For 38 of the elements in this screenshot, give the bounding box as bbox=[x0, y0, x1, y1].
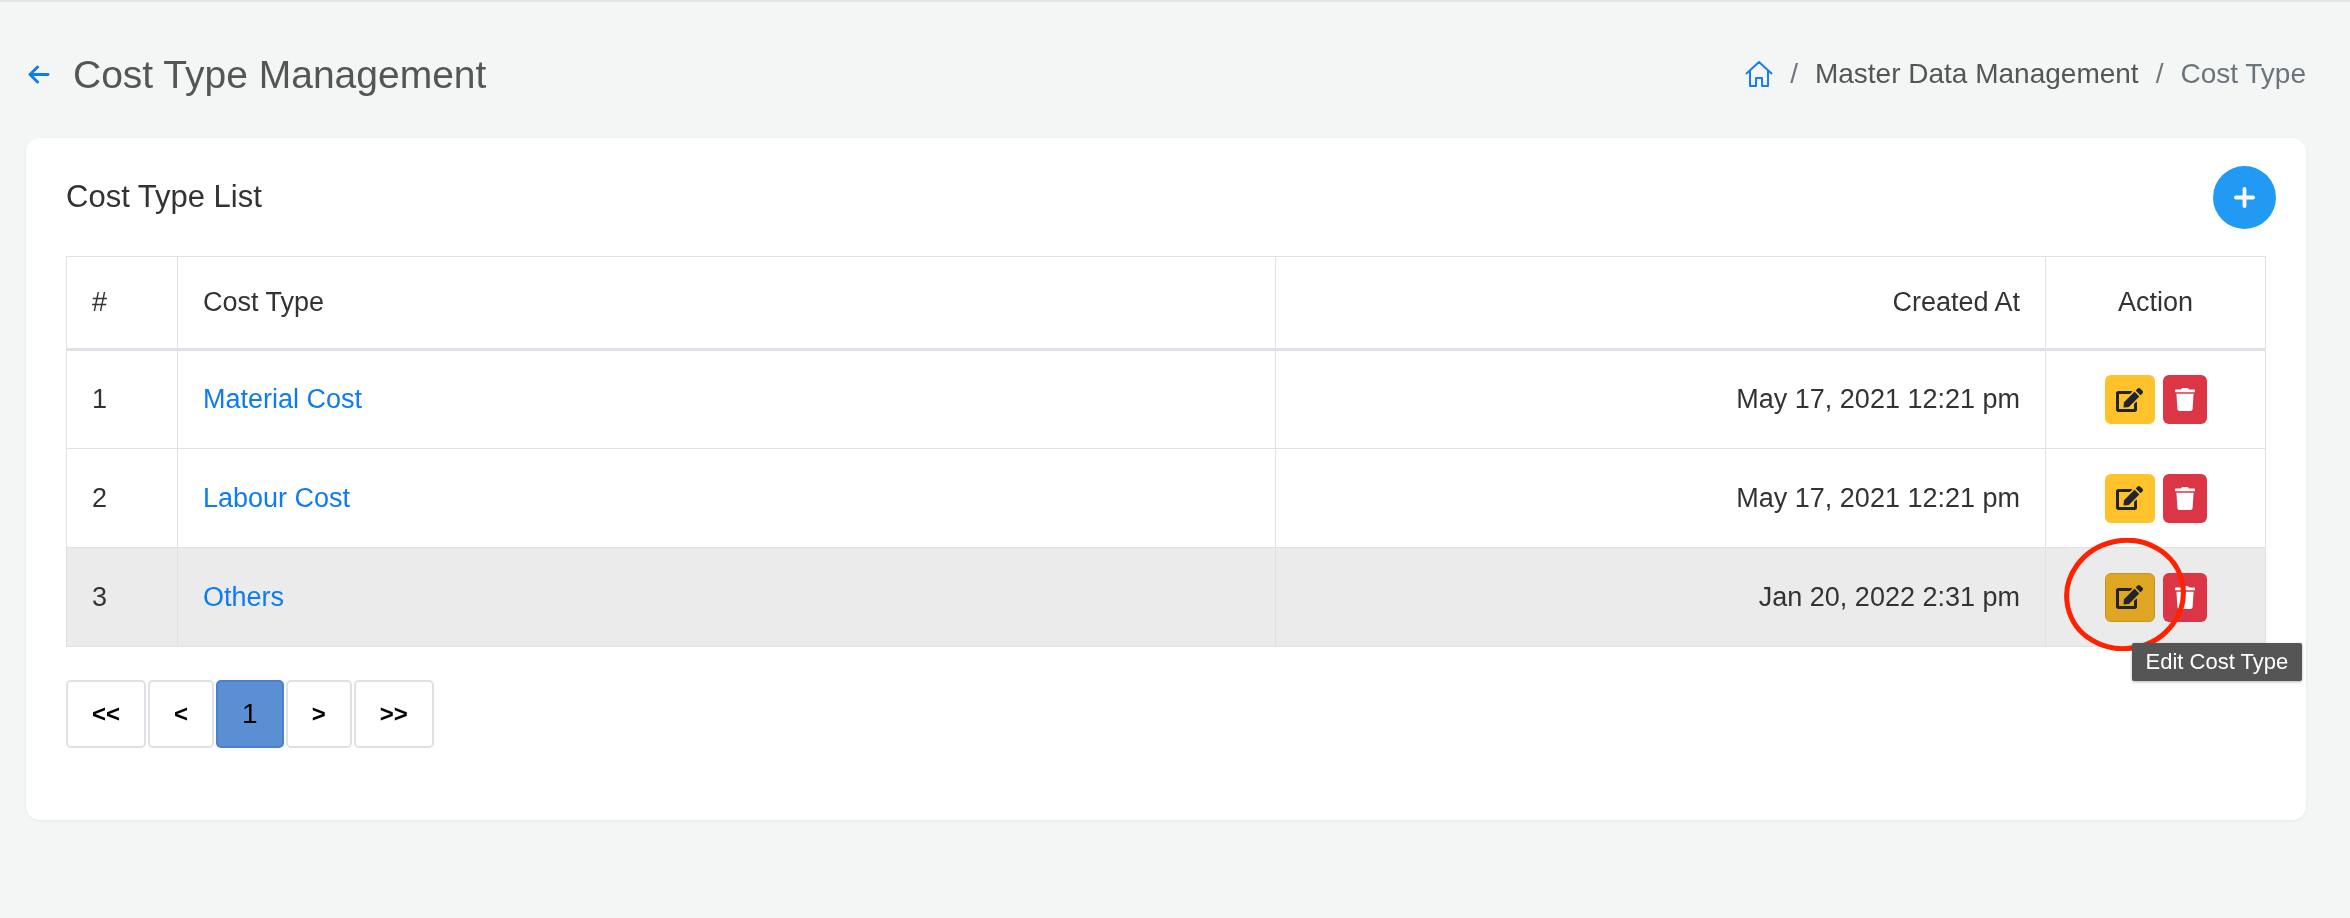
column-header: Cost Type bbox=[203, 287, 325, 318]
page-button[interactable]: > bbox=[285, 680, 352, 748]
page-button[interactable]: 1 bbox=[216, 680, 284, 748]
tooltip: Edit Cost Type bbox=[2131, 642, 2303, 681]
created-at-text: May 17, 2021 12:21 pm bbox=[1736, 482, 2020, 513]
cost-type-link[interactable]: Material Cost bbox=[203, 384, 363, 415]
delete-button[interactable] bbox=[2162, 375, 2207, 424]
trash-icon bbox=[2174, 585, 2195, 609]
column-header: Created At bbox=[1892, 287, 2020, 318]
breadcrumb-separator: / bbox=[2155, 57, 2164, 91]
cost-type-link[interactable]: Labour Cost bbox=[203, 482, 351, 513]
breadcrumb-separator: / bbox=[1790, 57, 1798, 91]
trash-icon bbox=[2174, 388, 2195, 411]
page-button[interactable]: < bbox=[148, 680, 215, 748]
plus-icon bbox=[2234, 187, 2255, 208]
trash-icon bbox=[2174, 486, 2195, 510]
page-button[interactable]: << bbox=[66, 680, 147, 748]
row-number: 1 bbox=[92, 384, 108, 415]
delete-button[interactable] bbox=[2162, 473, 2207, 523]
row-number: 2 bbox=[92, 482, 108, 513]
edit-button[interactable] bbox=[2104, 375, 2155, 424]
edit-icon bbox=[2116, 387, 2143, 412]
edit-icon bbox=[2116, 486, 2143, 510]
current-page-label: Cost Type bbox=[2180, 57, 2306, 91]
edit-button[interactable] bbox=[2104, 572, 2155, 622]
edit-icon bbox=[2116, 585, 2143, 609]
row-number: 3 bbox=[92, 581, 108, 612]
card-title: Cost Type List bbox=[66, 178, 262, 217]
column-header: Action bbox=[2117, 287, 2193, 318]
created-at-text: May 17, 2021 12:21 pm bbox=[1736, 384, 2020, 415]
page-title: Cost Type Management bbox=[73, 54, 487, 94]
page-button[interactable]: >> bbox=[353, 680, 434, 748]
edit-button[interactable] bbox=[2104, 473, 2155, 523]
home-icon[interactable] bbox=[1745, 60, 1774, 88]
created-at-text: Jan 20, 2022 2:31 pm bbox=[1758, 581, 2020, 612]
back-arrow-icon[interactable] bbox=[28, 64, 50, 84]
breadcrumb-link[interactable]: Master Data Management bbox=[1814, 53, 2139, 95]
column-header: # bbox=[92, 287, 108, 318]
